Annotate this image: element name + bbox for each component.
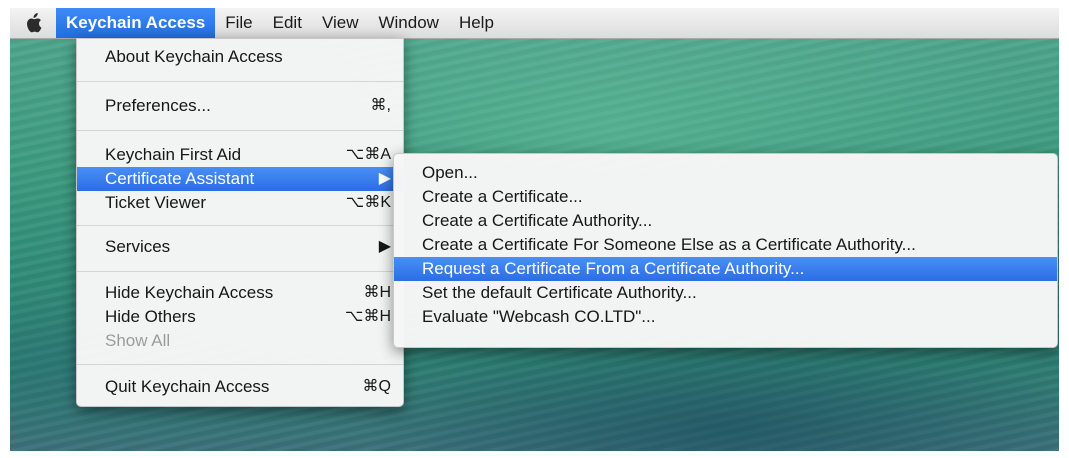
menu-item-label: Request a Certificate From a Certificate…	[422, 259, 805, 278]
menu-item-label: Ticket Viewer	[105, 193, 207, 212]
submenu-item-request-certificate[interactable]: Request a Certificate From a Certificate…	[394, 257, 1057, 281]
submenu-item-create-certificate-authority[interactable]: Create a Certificate Authority...	[394, 209, 1057, 233]
submenu-item-create-certificate-for-someone-else[interactable]: Create a Certificate For Someone Else as…	[394, 233, 1057, 257]
menu-item-hide-keychain-access[interactable]: Hide Keychain Access ⌘H	[77, 281, 403, 305]
menu-item-label: Open...	[422, 163, 478, 182]
apple-logo-icon[interactable]	[10, 8, 56, 38]
menu-item-shortcut: ⌥⌘K	[345, 194, 391, 211]
menu-item-label: Set the default Certificate Authority...	[422, 283, 697, 302]
certificate-assistant-submenu: Open... Create a Certificate... Create a…	[393, 153, 1058, 348]
menu-item-shortcut: ⌘Q	[362, 378, 391, 395]
menu-item-ticket-viewer[interactable]: Ticket Viewer ⌥⌘K	[77, 191, 403, 215]
menu-item-hide-others[interactable]: Hide Others ⌥⌘H	[77, 305, 403, 329]
menu-item-services[interactable]: Services ▶	[77, 235, 403, 259]
menu-item-label: Create a Certificate...	[422, 187, 583, 206]
menu-bar: Keychain Access File Edit View Window He…	[10, 8, 1059, 39]
submenu-arrow-icon: ▶	[378, 170, 391, 187]
menu-separator	[77, 271, 403, 272]
menu-item-preferences[interactable]: Preferences... ⌘,	[77, 94, 403, 118]
menu-item-label: About Keychain Access	[105, 47, 283, 66]
menu-edit[interactable]: Edit	[263, 8, 312, 38]
menu-item-shortcut: ⌘,	[370, 97, 391, 114]
submenu-item-open[interactable]: Open...	[394, 161, 1057, 185]
menu-item-shortcut: ⌥⌘H	[345, 308, 391, 325]
submenu-arrow-icon: ▶	[378, 238, 391, 255]
menu-item-label: Hide Others	[105, 307, 196, 326]
menu-help[interactable]: Help	[449, 8, 504, 38]
menu-item-label: Certificate Assistant	[105, 169, 255, 188]
menu-item-label: Create a Certificate Authority...	[422, 211, 653, 230]
menu-separator	[77, 130, 403, 131]
submenu-item-create-certificate[interactable]: Create a Certificate...	[394, 185, 1057, 209]
menu-item-about[interactable]: About Keychain Access	[77, 45, 403, 69]
menu-keychain-access[interactable]: Keychain Access	[56, 8, 216, 38]
menu-separator	[77, 225, 403, 226]
menu-item-keychain-first-aid[interactable]: Keychain First Aid ⌥⌘A	[77, 143, 403, 167]
menu-item-label: Create a Certificate For Someone Else as…	[422, 235, 916, 254]
menu-item-show-all: Show All	[77, 329, 403, 353]
menu-item-label: Evaluate "Webcash CO.LTD"...	[422, 307, 656, 326]
menu-view[interactable]: View	[312, 8, 369, 38]
desktop: Keychain Access File Edit View Window He…	[10, 8, 1059, 451]
menu-item-label: Quit Keychain Access	[105, 377, 270, 396]
menu-item-shortcut: ⌘H	[363, 284, 391, 301]
menu-item-label: Preferences...	[105, 96, 211, 115]
menu-item-label: Show All	[105, 331, 171, 350]
menu-separator	[77, 81, 403, 82]
menu-item-label: Hide Keychain Access	[105, 283, 274, 302]
menu-separator	[77, 364, 403, 365]
menu-item-certificate-assistant[interactable]: Certificate Assistant ▶	[77, 167, 403, 191]
menu-file[interactable]: File	[215, 8, 262, 38]
menu-window[interactable]: Window	[368, 8, 448, 38]
menu-item-label: Keychain First Aid	[105, 145, 242, 164]
menu-item-shortcut: ⌥⌘A	[345, 146, 391, 163]
keychain-access-dropdown: About Keychain Access Preferences... ⌘, …	[76, 38, 404, 407]
menu-item-quit[interactable]: Quit Keychain Access ⌘Q	[77, 375, 403, 399]
menu-item-label: Services	[105, 237, 171, 256]
submenu-item-set-default-ca[interactable]: Set the default Certificate Authority...	[394, 281, 1057, 305]
submenu-item-evaluate[interactable]: Evaluate "Webcash CO.LTD"...	[394, 305, 1057, 329]
